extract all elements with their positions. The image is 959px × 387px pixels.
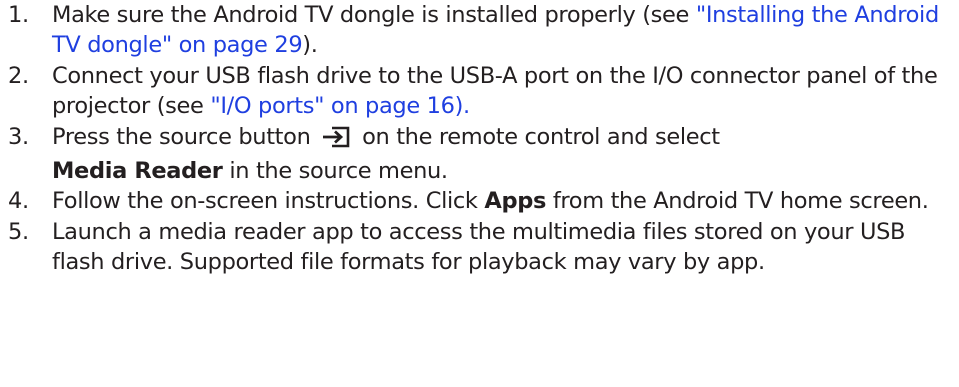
media-reader-label: Media Reader xyxy=(52,158,223,185)
step-text: Make sure the Android TV dongle is insta… xyxy=(52,0,959,61)
step-text-before: Follow the on-screen instructions. Click xyxy=(52,188,485,215)
step-2: 2. Connect your USB flash drive to the U… xyxy=(0,61,959,122)
step-1: 1. Make sure the Android TV dongle is in… xyxy=(0,0,959,61)
step-text-after: from the Android TV home screen. xyxy=(546,188,929,215)
apps-label: Apps xyxy=(484,188,547,215)
step-5: 5. Launch a media reader app to access t… xyxy=(0,217,959,278)
step-number: 1. xyxy=(8,2,29,28)
instruction-document: 1. Make sure the Android TV dongle is in… xyxy=(0,0,959,278)
source-input-icon xyxy=(321,126,351,156)
step-text-before: Make sure the Android TV dongle is insta… xyxy=(52,2,696,28)
step-3: 3. Press the source button on the remote… xyxy=(0,122,959,187)
step-text: Follow the on-screen instructions. Click… xyxy=(52,186,959,216)
step-number: 3. xyxy=(8,123,29,150)
step-text-after: in the source menu. xyxy=(222,158,448,185)
step-text: Launch a media reader app to access the … xyxy=(52,218,906,276)
io-ports-link[interactable]: "I/O ports" on page 16). xyxy=(210,93,470,119)
step-text-before: Press the source button xyxy=(52,123,318,150)
step-text-mid: on the remote control and select xyxy=(355,123,720,150)
step-number: 5. xyxy=(8,218,29,245)
step-text-before: Connect your USB flash drive to the USB-… xyxy=(52,62,938,120)
step-text: Connect your USB flash drive to the USB-… xyxy=(52,61,959,122)
step-number: 2. xyxy=(8,62,29,89)
step-4: 4. Follow the on-screen instructions. Cl… xyxy=(0,186,959,216)
step-text: Press the source button on the remote co… xyxy=(52,122,959,187)
step-number: 4. xyxy=(8,188,29,215)
steps-list: 1. Make sure the Android TV dongle is in… xyxy=(0,0,959,278)
step-text-after: ). xyxy=(302,32,318,59)
